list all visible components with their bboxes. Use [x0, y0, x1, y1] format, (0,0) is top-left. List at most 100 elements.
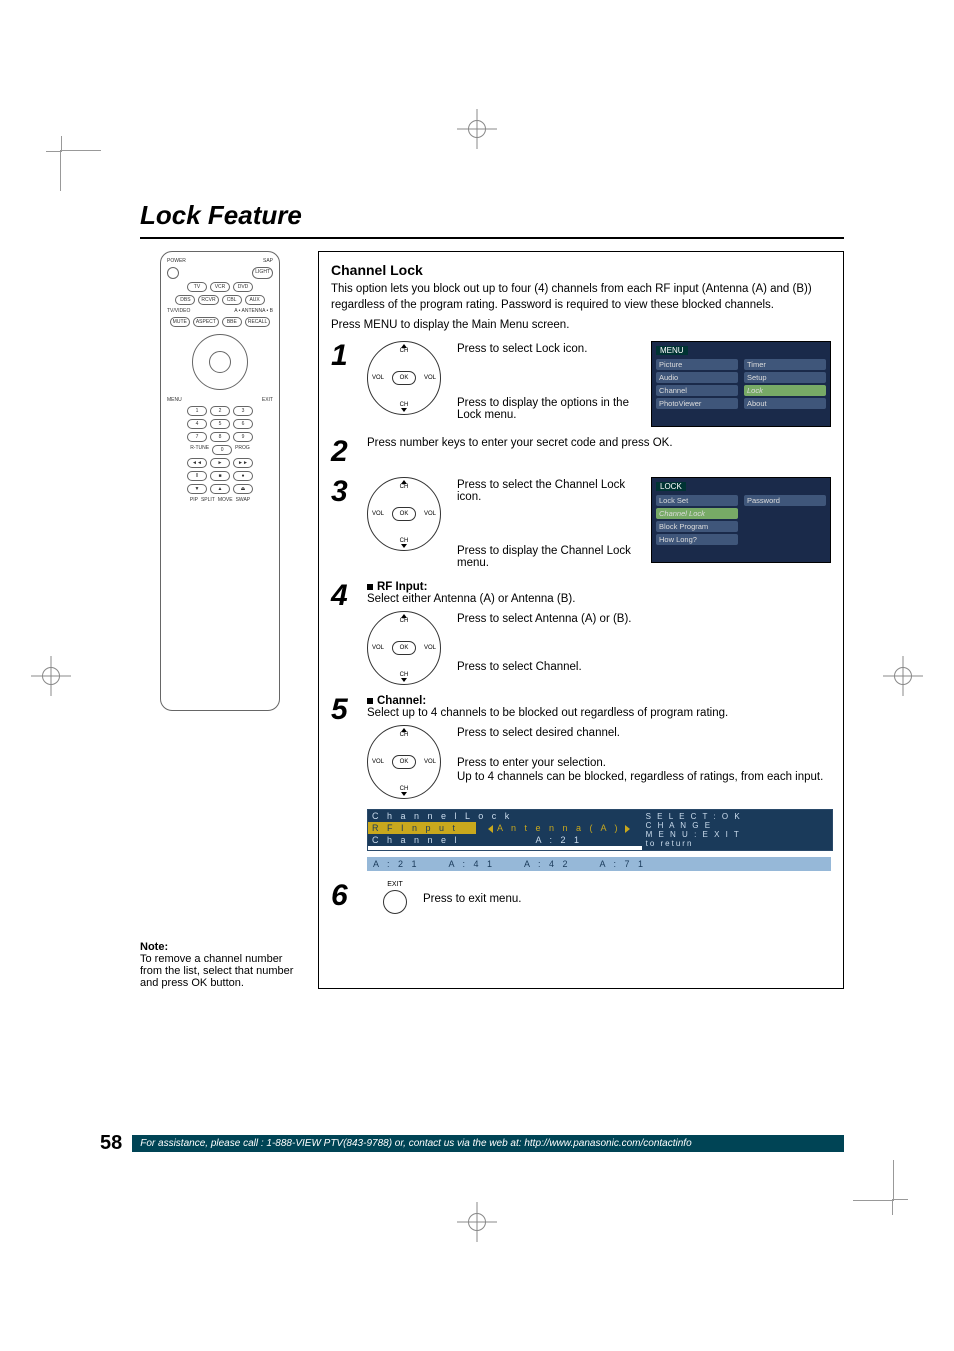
- remote-power-button: [167, 267, 179, 279]
- step-3-number: 3: [331, 477, 357, 507]
- control-pad-icon: CH VOL OK VOL CH: [367, 611, 441, 685]
- remote-cbl: CBL: [222, 295, 242, 305]
- step-6: 6 EXIT Press to exit menu.: [331, 881, 831, 916]
- step-5-heading: Channel:: [377, 695, 426, 707]
- menu-item-channellock: Channel Lock: [656, 508, 738, 519]
- menu-item-blockprogram: Block Program: [656, 521, 738, 532]
- main-procedure-panel: Channel Lock This option lets you block …: [318, 251, 844, 989]
- cl-right-hints: S E L E C T : O K C H A N G E M E N U : …: [642, 810, 832, 850]
- step-6-text: Press to exit menu.: [423, 893, 831, 905]
- remote-search: ⏏: [233, 484, 253, 494]
- remote-sap-label: SAP: [263, 258, 273, 264]
- note-title: Note:: [140, 941, 300, 953]
- control-pad-icon: CH VOL OK VOL CH: [367, 725, 441, 799]
- bullet-icon: [367, 584, 373, 590]
- step-1-number: 1: [331, 341, 357, 371]
- crop-mark-top-left: [60, 150, 101, 191]
- menu-item-howlong: How Long?: [656, 534, 738, 545]
- step-4-number: 4: [331, 581, 357, 611]
- remote-num-9: 9: [233, 432, 253, 442]
- step-5: 5 Channel: Select up to 4 channels to be…: [331, 695, 831, 871]
- step-2: 2 Press number keys to enter your secret…: [331, 437, 831, 467]
- control-pad-icon: CH VOL OK VOL CH: [367, 341, 441, 415]
- step-5-sub: Select up to 4 channels to be blocked ou…: [367, 707, 831, 719]
- remote-nav-ring: [192, 334, 248, 390]
- remote-pip: PIP: [190, 497, 198, 503]
- step-2-text: Press number keys to enter your secret c…: [367, 437, 831, 449]
- remote-num-4: 4: [187, 419, 207, 429]
- press-menu-instruction: Press MENU to display the Main Menu scre…: [331, 319, 831, 331]
- remote-ff: ►►: [233, 458, 253, 468]
- lock-menu-title: LOCK: [656, 482, 686, 491]
- section-title: Channel Lock: [331, 262, 831, 278]
- remote-swap: SWAP: [236, 497, 251, 503]
- remote-control-illustration: POWERSAP LIGHT TVVCRDVD DBSRCVRCBLAUX TV…: [160, 251, 280, 711]
- menu-item-photoviewer: PhotoViewer: [656, 398, 738, 409]
- page-title: Lock Feature: [140, 200, 844, 231]
- remote-num-0: 0: [212, 445, 232, 455]
- menu-item-about: About: [744, 398, 826, 409]
- section-intro: This option lets you block out up to fou…: [331, 282, 831, 313]
- remote-freeze: ▼: [187, 484, 207, 494]
- exit-label: EXIT: [377, 881, 413, 888]
- remote-tv: TV: [187, 282, 207, 292]
- remote-exit: EXIT: [262, 397, 273, 403]
- control-pad-icon: CH VOL OK VOL CH: [367, 477, 441, 551]
- step-1-line-2: Press to display the options in the Lock…: [457, 397, 635, 421]
- remote-rtune: R-TUNE: [190, 445, 209, 455]
- step-5-number: 5: [331, 695, 357, 725]
- cl-rf-value: A n t e n n a ( A ): [476, 822, 642, 834]
- remote-play: ►: [210, 458, 230, 468]
- cl-ch-value: A : 2 1: [476, 834, 642, 846]
- cl-rf-label: R F I n p u t: [368, 822, 476, 834]
- remote-rcvr: RCVR: [198, 295, 218, 305]
- menu-item-setup: Setup: [744, 372, 826, 383]
- menu-item-password: Password: [744, 495, 826, 506]
- remote-num-7: 7: [187, 432, 207, 442]
- step-5-line-3: Up to 4 channels can be blocked, regardl…: [457, 771, 831, 783]
- registration-mark-right: [894, 667, 912, 685]
- remote-num-8: 8: [210, 432, 230, 442]
- registration-mark-left: [42, 667, 60, 685]
- step-5-line-2: Press to enter your selection.: [457, 757, 831, 769]
- note-block: Note: To remove a channel number from th…: [140, 941, 300, 989]
- remote-recall: RECALL: [245, 317, 270, 327]
- main-menu-thumbnail: MENU Picture Timer Audio Setup Channel L…: [651, 341, 831, 427]
- remote-num-6: 6: [233, 419, 253, 429]
- step-3-line-2: Press to display the Channel Lock menu.: [457, 545, 635, 569]
- registration-mark-bottom: [468, 1213, 486, 1231]
- remote-split: SPLIT: [201, 497, 215, 503]
- cl-ch-label: C h a n n e l: [368, 834, 476, 846]
- menu-item-channel: Channel: [656, 385, 738, 396]
- title-rule: [140, 237, 844, 239]
- remote-dvd: DVD: [233, 282, 253, 292]
- step-4-line-1: Press to select Antenna (A) or (B).: [457, 613, 831, 625]
- remote-num-3: 3: [233, 406, 253, 416]
- footer-assistance-bar: For assistance, please call : 1-888-VIEW…: [132, 1135, 844, 1152]
- page-number: 58: [100, 1132, 122, 1155]
- step-3-line-1: Press to select the Channel Lock icon.: [457, 479, 635, 503]
- remote-mute: MUTE: [170, 317, 190, 327]
- remote-power-label: POWER: [167, 258, 186, 264]
- remote-stop: ■: [210, 471, 230, 481]
- remote-pipch: ▲: [210, 484, 230, 494]
- step-3: 3 CH VOL OK VOL CH Press to select the C…: [331, 477, 831, 571]
- remote-pause: II: [187, 471, 207, 481]
- registration-mark-top: [468, 120, 486, 138]
- step-1-line-1: Press to select Lock icon.: [457, 343, 635, 355]
- remote-aspect: ASPECT: [193, 317, 219, 327]
- remote-num-5: 5: [210, 419, 230, 429]
- remote-rec: ●: [233, 471, 253, 481]
- menu-title: MENU: [656, 346, 688, 355]
- remote-tvvideo: TV/VIDEO: [167, 308, 190, 314]
- step-4-heading: RF Input:: [377, 581, 427, 593]
- step-5-line-1: Press to select desired channel.: [457, 727, 831, 739]
- remote-rew: ◄◄: [187, 458, 207, 468]
- remote-light-button: LIGHT: [252, 267, 273, 279]
- lock-menu-thumbnail: LOCK Lock Set Password Channel Lock Bloc…: [651, 477, 831, 563]
- remote-prog: PROG: [235, 445, 250, 455]
- menu-item-lock: Lock: [744, 385, 826, 396]
- cl-title: C h a n n e l L o c k: [368, 810, 642, 822]
- remote-menu: MENU: [167, 397, 182, 403]
- step-1: 1 CH VOL OK VOL CH Press to select Lock …: [331, 341, 831, 427]
